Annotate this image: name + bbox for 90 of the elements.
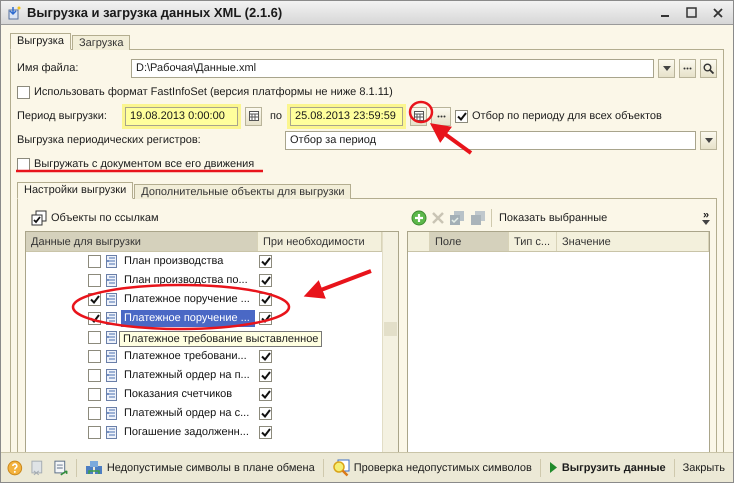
document-icon — [106, 426, 117, 439]
blocks-icon — [84, 460, 103, 476]
tree-item[interactable]: План производства — [121, 253, 255, 270]
tab[interactable]: Выгрузка — [10, 33, 71, 50]
tree-item[interactable]: Платежное поручение ... — [121, 310, 255, 327]
app-icon — [7, 6, 21, 20]
tooltip: Платежное требование выставленное — [119, 331, 322, 347]
column-header[interactable]: Данные для выгрузки — [26, 232, 258, 251]
calendar-icon — [414, 111, 424, 121]
show-selected-button[interactable]: Показать выбранные — [497, 211, 697, 225]
checkbox[interactable] — [455, 110, 468, 122]
play-icon — [548, 461, 558, 474]
dropdown-button[interactable] — [700, 130, 717, 150]
document-icon — [106, 407, 117, 420]
document-icon — [106, 274, 117, 287]
caret-icon — [662, 66, 670, 70]
close-icon[interactable] — [713, 8, 723, 18]
row-checkbox[interactable] — [88, 407, 101, 420]
caret-icon — [702, 220, 710, 225]
tree-item[interactable]: Показания счетчиков — [121, 386, 255, 403]
row-checkbox[interactable] — [259, 274, 272, 287]
row-checkbox[interactable] — [259, 350, 272, 363]
close-button[interactable]: Закрыть — [680, 460, 728, 476]
document-icon — [106, 293, 117, 306]
tab[interactable]: Дополнительные объекты для выгрузки — [134, 184, 352, 199]
pointer-arrow — [430, 123, 472, 155]
references-button[interactable]: Объекты по ссылкам — [29, 209, 161, 227]
tree-item[interactable]: Платежное требовани... — [121, 348, 255, 365]
document-icon[interactable] — [52, 460, 70, 476]
file-path-field[interactable]: D:\Рабочая\Данные.xml — [131, 58, 654, 78]
period-button[interactable] — [431, 106, 451, 126]
column-header[interactable]: Поле — [430, 232, 509, 251]
ellipsis-icon — [436, 114, 446, 118]
checkbox[interactable] — [17, 86, 30, 98]
more-button[interactable]: » — [702, 211, 710, 220]
document-icon — [106, 388, 117, 401]
calendar-icon — [248, 111, 258, 121]
tree-item[interactable]: План производства по... — [121, 272, 255, 289]
row-checkbox[interactable] — [88, 255, 101, 268]
row-checkbox[interactable] — [259, 407, 272, 420]
dropdown-button[interactable] — [658, 58, 675, 78]
column-header[interactable]: Тип с... — [509, 232, 557, 251]
tree-item[interactable]: Платежный ордер на с... — [121, 405, 255, 422]
calendar-button[interactable] — [245, 106, 262, 126]
tree-item[interactable]: Погашение задолженн... — [121, 424, 255, 441]
window-title: Выгрузка и загрузка данных XML (2.1.6) — [27, 5, 284, 20]
row-checkbox[interactable] — [259, 388, 272, 401]
checkbox-label: Использовать формат FastInfoSet (версия платформы не ниже 8.1.11) — [34, 86, 393, 98]
row-checkbox[interactable] — [88, 369, 101, 382]
ellipsis-icon — [683, 66, 692, 70]
tree-item[interactable]: Платежный ордер на п... — [121, 367, 255, 384]
caret-icon — [704, 138, 712, 142]
scrollbar[interactable] — [382, 232, 398, 452]
export-button[interactable]: Выгрузить данные — [546, 459, 668, 476]
checkbox[interactable] — [17, 158, 30, 170]
document-icon — [106, 350, 117, 363]
browse-button[interactable] — [679, 58, 696, 78]
row-checkbox[interactable] — [259, 369, 272, 382]
row-checkbox[interactable] — [88, 426, 101, 439]
pointer-arrow — [304, 269, 372, 299]
help-icon[interactable] — [7, 460, 23, 476]
row-checkbox[interactable] — [88, 274, 101, 287]
row-checkbox[interactable] — [259, 255, 272, 268]
field-label: Имя файла: — [17, 62, 80, 74]
row-checkbox[interactable] — [88, 331, 101, 344]
row-checkbox[interactable] — [88, 388, 101, 401]
document-icon — [106, 369, 117, 382]
document-icon — [106, 331, 117, 344]
tab[interactable]: Настройки выгрузки — [17, 182, 134, 199]
magnifier-icon — [332, 458, 350, 476]
check-symbols-button[interactable]: Проверка недопустимых символов — [330, 456, 534, 478]
column-header[interactable]: Значение — [557, 232, 709, 251]
maximize-icon[interactable] — [686, 7, 697, 18]
field-label: Период выгрузки: — [17, 110, 108, 122]
separator-label: по — [268, 110, 284, 122]
invalid-symbols-button[interactable]: Недопустимые символы в плане обмена — [82, 458, 317, 478]
search-icon — [703, 62, 714, 74]
tab[interactable]: Загрузка — [72, 35, 130, 50]
checked-pages-icon — [31, 210, 47, 226]
checkbox-label: Выгружать с документом все его движения — [34, 158, 254, 170]
field-label: Выгрузка периодических регистров: — [17, 134, 202, 146]
row-checkbox[interactable] — [259, 426, 272, 439]
search-button[interactable] — [700, 58, 717, 78]
document-icon — [106, 255, 117, 268]
add-icon[interactable] — [411, 210, 427, 226]
row-checkbox[interactable] — [88, 350, 101, 363]
highlight-ellipse — [408, 100, 434, 124]
dropdown-field[interactable]: Отбор за период — [285, 130, 696, 150]
tree-item[interactable]: Платежное поручение ... — [121, 291, 255, 308]
checkbox-label: Отбор по периоду для всех объектов — [472, 110, 662, 122]
